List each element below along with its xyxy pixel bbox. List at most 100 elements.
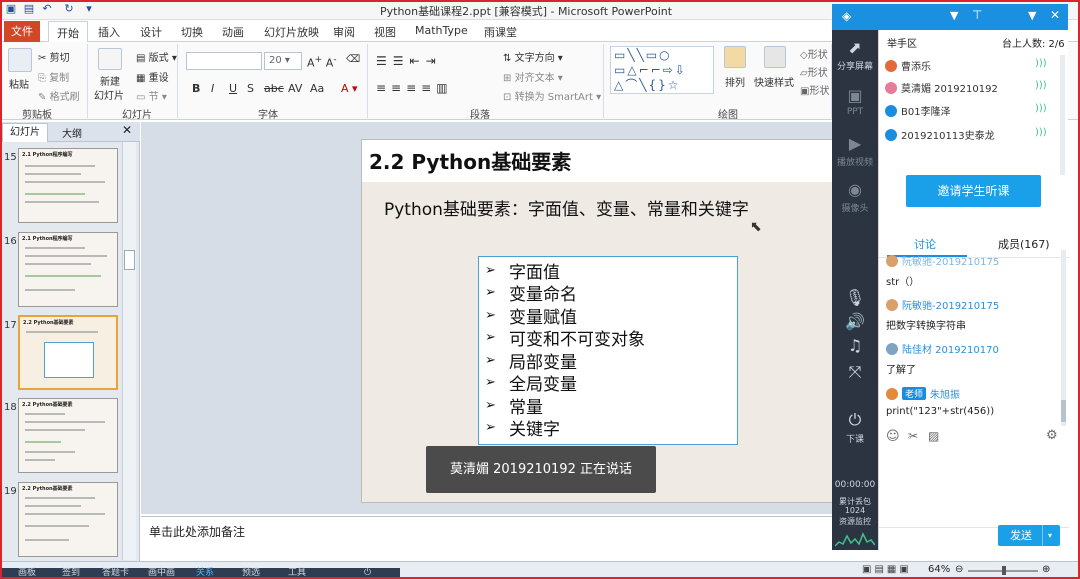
settings-gear-icon[interactable]: ⚙ [1046, 428, 1058, 443]
tab-rain-classroom[interactable]: 雨课堂 [484, 24, 517, 40]
member-item[interactable]: 2019210113史泰龙 [885, 127, 995, 142]
panel-scrollbar[interactable] [122, 142, 136, 560]
toolbar-item[interactable]: 工具 [288, 568, 306, 579]
redo-icon[interactable]: ↻ [62, 2, 76, 16]
tab-slideshow[interactable]: 幻灯片放映 [264, 24, 319, 40]
cut-button[interactable]: ✂ 剪切 [38, 49, 70, 64]
file-tab[interactable]: 文件 [4, 21, 40, 42]
zoom-in-icon[interactable]: ⊕ [1042, 564, 1050, 575]
shapes-gallery[interactable]: ▭╲╲▭○ ▭△⌐⌐⇨⇩ △⌒╲{}☆ [610, 46, 714, 94]
invite-students-button[interactable]: 邀请学生听课 [906, 175, 1041, 207]
new-slide-label-1[interactable]: 新建 [100, 73, 120, 88]
change-case-icon[interactable]: Aa [310, 82, 324, 95]
bullet-list-box[interactable]: ➢ 字面值 ➢ 变量命名 ➢ 变量赋值 ➢ 可变和不可变对象 ➢ 局部变量 ➢ 全局变量 ➢… [478, 256, 738, 445]
toolbar-item[interactable]: 关系 [196, 568, 214, 579]
paste-icon[interactable] [8, 48, 32, 72]
new-slide-label-2[interactable]: 幻灯片 [94, 87, 124, 102]
align-icons[interactable]: ≡≡≡≡▥ [376, 81, 453, 95]
char-spacing-icon[interactable]: AV [288, 82, 302, 95]
section-button[interactable]: ▭ 节 ▾ [136, 88, 167, 103]
grow-font-icon[interactable]: A+ A- [307, 54, 337, 70]
layout-button[interactable]: ▤ 版式 ▾ [136, 49, 177, 64]
tab-home[interactable]: 开始 [48, 21, 88, 43]
clear-format-icon[interactable]: ⌫ [346, 54, 360, 65]
minimize-icon[interactable]: ▼ [1028, 9, 1036, 22]
scrollbar-thumb[interactable] [124, 250, 135, 270]
tab-mathtype[interactable]: MathType [415, 24, 468, 37]
slide-thumbnail-19[interactable]: 2.2 Python基础要素 [18, 482, 118, 557]
slide-thumbnail-16[interactable]: 2.1 Python程序编写 [18, 232, 118, 307]
quick-styles-icon[interactable] [764, 46, 786, 68]
slide-thumbnail-15[interactable]: 2.1 Python程序编写 [18, 148, 118, 223]
tab-review[interactable]: 审阅 [333, 24, 355, 40]
music-icon[interactable]: ♫ [832, 336, 878, 357]
power-icon[interactable]: ⏻ [364, 568, 371, 579]
zoom-slider-handle[interactable] [1002, 566, 1006, 575]
align-text-button[interactable]: ⊞ 对齐文本 ▾ [503, 69, 563, 84]
share-screen-button[interactable]: ⬈ 分享屏幕 [832, 38, 878, 72]
screenshot-scissors-icon[interactable]: ✂ [908, 429, 918, 443]
member-item[interactable]: B01李隆泽 [885, 103, 951, 118]
pin-icon[interactable]: ⊤ [972, 8, 982, 22]
shape-outline-button[interactable]: ▱形状 [800, 64, 828, 79]
member-item[interactable]: 莫清媚 2019210192 [885, 80, 998, 95]
close-icon[interactable]: ✕ [122, 123, 132, 137]
fullscreen-icon[interactable]: ⤧ [832, 362, 878, 384]
play-video-button[interactable]: ▶ 播放视频 [832, 134, 878, 168]
slide-title[interactable]: 2.2 Python基础要素 [369, 146, 571, 175]
collapse-icon[interactable]: ▼ [950, 9, 958, 22]
microphone-icon[interactable]: 🎙 [832, 288, 878, 309]
new-slide-icon[interactable] [98, 48, 122, 70]
image-icon[interactable]: ▨ [928, 429, 939, 443]
bold-icon[interactable]: B [192, 82, 200, 95]
shadow-icon[interactable]: S [247, 82, 254, 95]
emoji-icon[interactable]: ☺ [886, 429, 900, 444]
list-icons[interactable]: ☰☰⇤⇥ [376, 54, 442, 68]
arrange-icon[interactable] [724, 46, 746, 68]
toolbar-item[interactable]: 预选 [242, 568, 260, 579]
slide-thumbnail-17[interactable]: 2.2 Python基础要素 [18, 315, 118, 390]
shape-fill-button[interactable]: ◇形状 [800, 46, 828, 61]
tab-discussion[interactable]: 讨论 [914, 236, 936, 252]
arrange-button[interactable]: 排列 [725, 74, 745, 89]
tab-insert[interactable]: 插入 [98, 24, 120, 40]
undo-icon[interactable]: ↶ [40, 2, 54, 16]
speaker-icon[interactable]: 🔊 [832, 312, 878, 333]
tab-design[interactable]: 设计 [140, 24, 162, 40]
end-class-button[interactable]: ⏻ 下课 [832, 410, 878, 445]
format-painter-button[interactable]: ✎ 格式刷 [38, 88, 80, 103]
underline-icon[interactable]: U [229, 82, 237, 95]
font-name-select[interactable] [186, 52, 262, 70]
text-direction-button[interactable]: ⇅ 文字方向 ▾ [503, 49, 563, 64]
smartart-button[interactable]: ⊡ 转换为 SmartArt ▾ [503, 88, 601, 103]
send-options-chevron-icon[interactable]: ▾ [1042, 525, 1052, 546]
toolbar-item[interactable]: 画中画 [148, 568, 175, 579]
tab-outline[interactable]: 大纲 [62, 125, 82, 140]
tab-members[interactable]: 成员(167) [998, 236, 1050, 252]
slide-subtitle[interactable]: Python基础要素：字面值、变量、常量和关键字 [384, 195, 749, 220]
view-buttons-icon[interactable]: ▣▤▦▣ [862, 564, 912, 575]
zoom-out-icon[interactable]: ⊖ [955, 564, 963, 575]
tab-view[interactable]: 视图 [374, 24, 396, 40]
member-item[interactable]: 曹添乐 [885, 58, 931, 73]
notes-pane[interactable]: 单击此处添加备注 [141, 516, 841, 560]
quick-styles-button[interactable]: 快速样式 [754, 74, 794, 89]
font-color-icon[interactable]: A ▾ [341, 82, 358, 95]
member-scrollbar[interactable] [1060, 55, 1065, 175]
reset-button[interactable]: ▦ 重设 [136, 69, 169, 84]
ppt-button[interactable]: ▣ PPT [832, 86, 878, 117]
toolbar-item[interactable]: 签到 [62, 568, 80, 579]
save-icon[interactable]: ▤ [22, 2, 36, 16]
font-size-select[interactable]: 20 ▾ [264, 52, 302, 70]
italic-icon[interactable]: I [211, 82, 214, 95]
toolbar-item[interactable]: 画板 [18, 568, 36, 579]
paste-button[interactable]: 粘贴 [9, 76, 29, 91]
shape-effects-button[interactable]: ▣形状 [800, 82, 829, 97]
tab-slides[interactable]: 幻灯片 [2, 123, 48, 142]
tab-animations[interactable]: 动画 [222, 24, 244, 40]
chat-input[interactable] [880, 446, 1066, 518]
slide-thumbnail-18[interactable]: 2.2 Python基础要素 [18, 398, 118, 473]
zoom-level[interactable]: 64% [928, 564, 950, 575]
camera-button[interactable]: ◉ 摄像头 [832, 180, 878, 214]
send-button[interactable]: 发送 ▾ [998, 525, 1060, 546]
